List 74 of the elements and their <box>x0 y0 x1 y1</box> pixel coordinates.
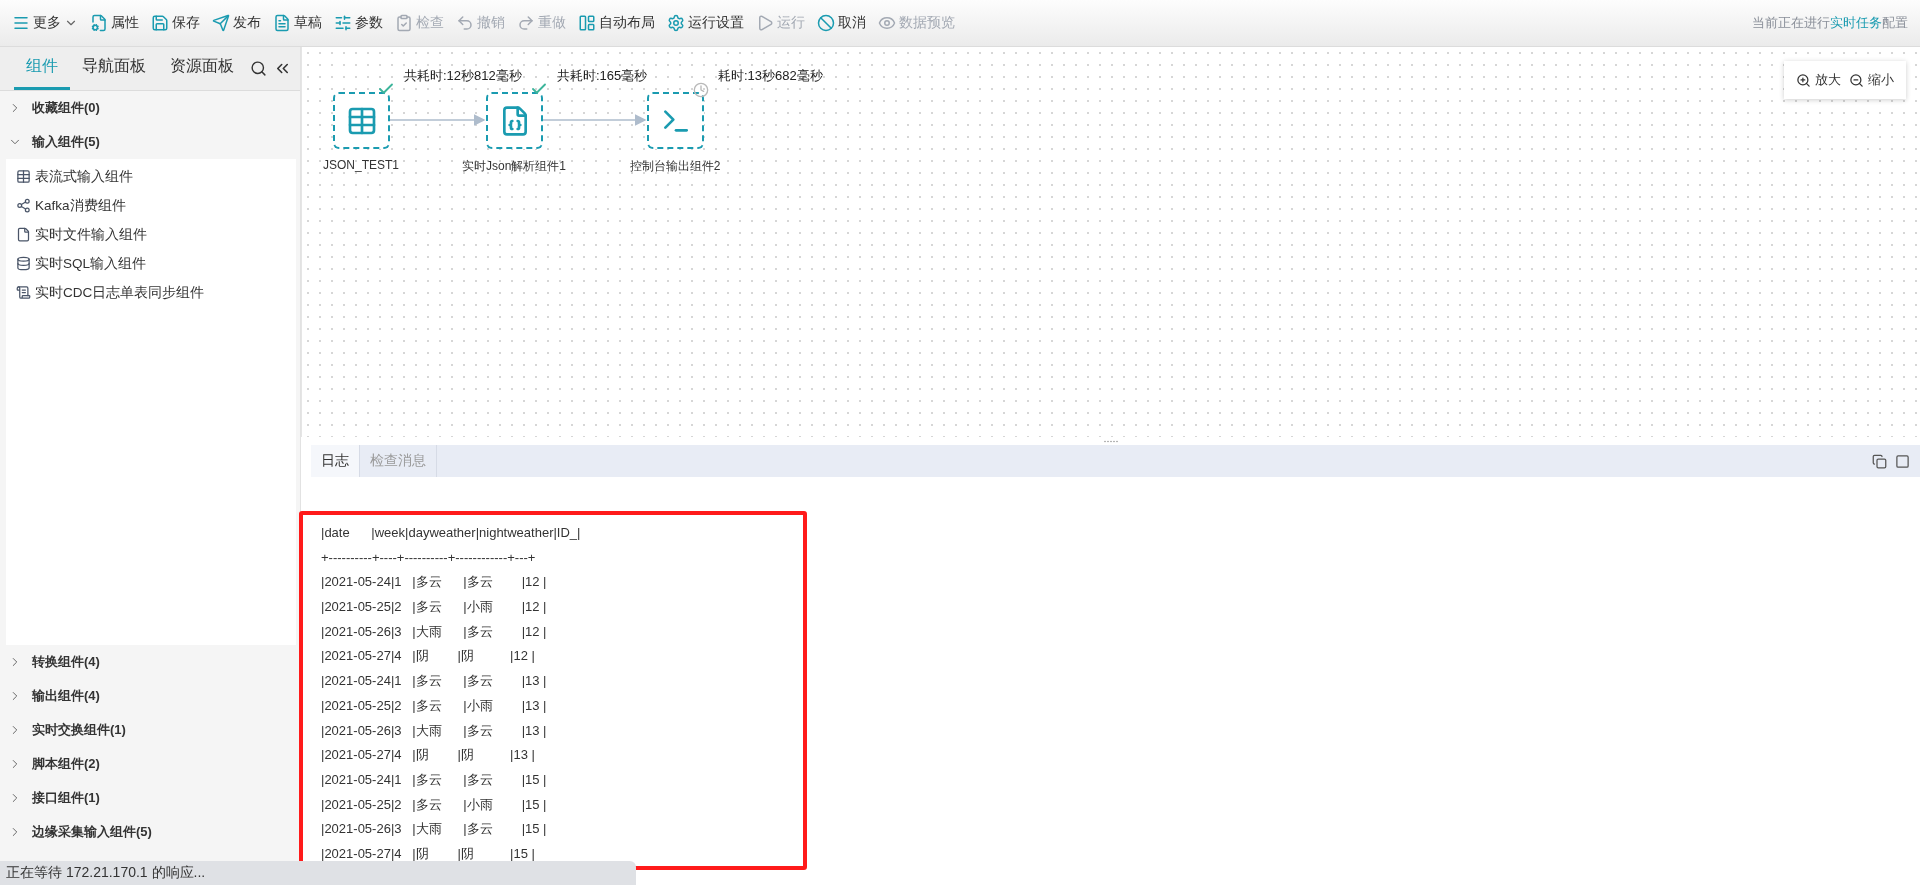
flow-node[interactable] <box>647 92 704 149</box>
undo-icon <box>456 14 474 32</box>
toolbar-button[interactable]: 自动布局 <box>572 10 661 36</box>
toolbar-button[interactable]: 属性 <box>84 10 145 36</box>
eye-icon <box>878 14 896 32</box>
more-menu-button[interactable]: 更多 <box>6 10 84 36</box>
log-line: |date |week|dayweather|nightweather|ID_| <box>321 524 582 542</box>
save-icon <box>151 14 169 32</box>
nodes-icon <box>16 198 31 213</box>
log-line: |2021-05-27|4 |阴 |阴 |12 | <box>321 647 536 666</box>
log-line: +----------+----+----------+------------+---+ <box>321 548 537 567</box>
toolbar-button[interactable]: 运行设置 <box>661 10 750 36</box>
node-label: JSON_TEST1 <box>323 158 399 172</box>
restore-icon[interactable] <box>1872 453 1887 469</box>
log-line: |2021-05-26|3 |大雨 |多云 |15 | <box>321 820 548 839</box>
flow-node[interactable] <box>333 92 390 149</box>
cancel-icon <box>817 14 835 32</box>
component-item[interactable]: 实时SQL输入组件 <box>6 249 296 278</box>
toolbar-button[interactable]: 参数 <box>328 10 389 36</box>
layout-icon <box>578 14 596 32</box>
toolbar-button[interactable]: 取消 <box>811 10 872 36</box>
menu-icon <box>12 14 30 32</box>
log-line: |2021-05-24|1 |多云 |多云 |12 | <box>321 573 548 592</box>
component-item[interactable]: Kafka消费组件 <box>6 191 296 220</box>
search-icon[interactable] <box>250 59 267 78</box>
toolbar-button[interactable]: 发布 <box>206 10 267 36</box>
node-timing: 共耗时:12秒812毫秒 <box>404 67 522 85</box>
group-header[interactable]: 收藏组件(0) <box>0 91 300 125</box>
zoom-in-button[interactable]: 放大 <box>1796 71 1841 89</box>
redo-icon <box>517 14 535 32</box>
settings-icon <box>667 14 685 32</box>
log-line: |2021-05-25|2 |多云 |小雨 |13 | <box>321 696 548 715</box>
node-label: 控制台输出组件2 <box>629 158 721 175</box>
zoom-out-button[interactable]: 缩小 <box>1849 71 1894 89</box>
log-line: |2021-05-26|3 |大雨 |多云 |13 | <box>321 721 548 740</box>
toolbar-button[interactable]: 草稿 <box>267 10 328 36</box>
group-header[interactable]: 转换组件(4) <box>0 645 300 679</box>
log-line: |2021-05-27|4 |阴 |阴 |15 | <box>321 844 536 863</box>
sidebar-tab[interactable]: 资源面板 <box>158 56 246 90</box>
log-line: |2021-05-27|4 |阴 |阴 |13 | <box>321 746 536 765</box>
status-bar: 正在等待 172.21.170.1 的响应... <box>0 861 636 885</box>
zoom-in-icon <box>1796 72 1811 88</box>
drag-handle[interactable] <box>1103 439 1118 443</box>
component-item[interactable]: 表流式输入组件 <box>6 162 296 191</box>
maximize-icon[interactable] <box>1895 453 1910 469</box>
group-header[interactable]: 输入组件(5) <box>0 125 300 159</box>
group-header[interactable]: 输出组件(4) <box>0 679 300 713</box>
group-header[interactable]: 实时交换组件(1) <box>0 713 300 747</box>
log-line: |2021-05-24|1 |多云 |多云 |15 | <box>321 770 548 789</box>
log-tab[interactable]: 日志 <box>311 445 360 477</box>
group-header[interactable]: 接口组件(1) <box>0 781 300 815</box>
task-status-text: 当前正在进行实时任务配置 <box>1752 14 1908 32</box>
log-line: |2021-05-24|1 |多云 |多云 |13 | <box>321 672 548 691</box>
node-label: 实时Json解析组件1 <box>462 158 566 175</box>
component-item[interactable]: 实时文件输入组件 <box>6 220 296 249</box>
flow-node[interactable] <box>486 92 543 149</box>
send-icon <box>212 14 230 32</box>
play-icon <box>756 14 774 32</box>
log-line: |2021-05-25|2 |多云 |小雨 |12 | <box>321 598 548 617</box>
clipboard-check-icon <box>395 14 413 32</box>
log-line: |2021-05-25|2 |多云 |小雨 |15 | <box>321 795 548 814</box>
node-timing: 耗时:13秒682毫秒 <box>718 67 823 85</box>
group-header[interactable]: 脚本组件(2) <box>0 747 300 781</box>
file-icon <box>16 227 31 242</box>
toolbar-button[interactable]: 保存 <box>145 10 206 36</box>
component-item[interactable]: 实时CDC日志单表同步组件 <box>6 278 296 307</box>
group-header[interactable]: 边缘采集输入组件(5) <box>0 815 300 849</box>
node-timing: 共耗时:165毫秒 <box>557 67 648 85</box>
sliders-icon <box>334 14 352 32</box>
database-icon <box>16 256 31 271</box>
sidebar-tab[interactable]: 导航面板 <box>70 56 158 90</box>
zoom-out-icon <box>1849 72 1864 88</box>
log-line: |2021-05-26|3 |大雨 |多云 |12 | <box>321 622 548 641</box>
document-gear-icon <box>90 14 108 32</box>
